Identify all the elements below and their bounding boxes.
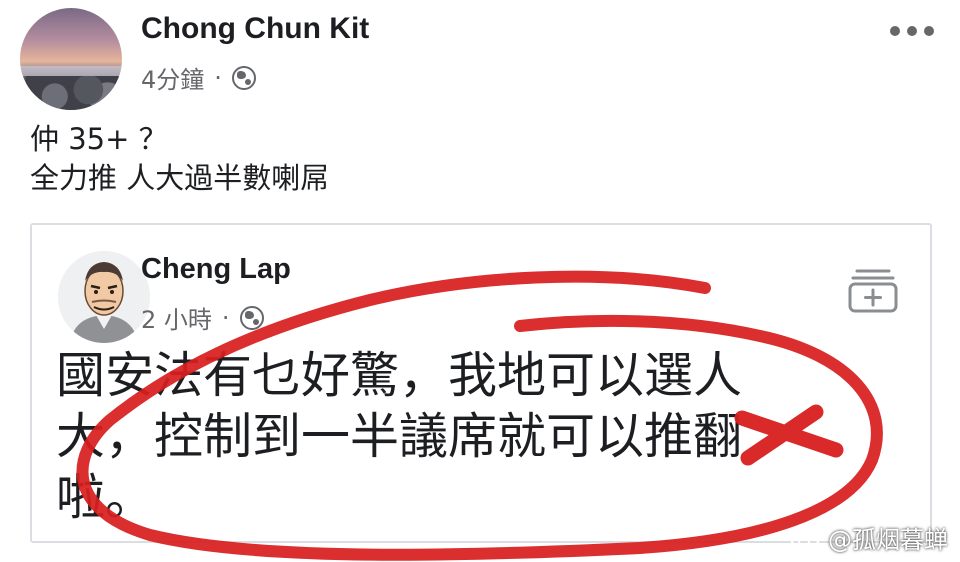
more-options-button[interactable] [890, 26, 934, 36]
shared-post-timestamp[interactable]: 2 小時 [141, 300, 212, 335]
weibo-icon [790, 526, 823, 551]
globe-icon[interactable] [231, 65, 256, 90]
shared-post-author-name[interactable]: Cheng Lap [141, 253, 291, 286]
shared-post-card[interactable]: Cheng Lap 2 小時 · 國安法有乜好驚，我地可以選人 大，控制到一半議… [30, 223, 932, 543]
post-meta: 4分鐘 · [141, 60, 256, 95]
shared-text-line: 啦。 [56, 469, 155, 526]
post-body: 仲 35+ ？ 全力推 人大過半數喇屌 [30, 120, 329, 198]
globe-icon[interactable] [239, 305, 264, 330]
post-author-name[interactable]: Chong Chun Kit [141, 12, 369, 46]
shared-text-line: 大，控制到一半議席就可以推翻 [56, 408, 743, 465]
more-dot-icon [907, 26, 917, 36]
meta-separator: · [214, 63, 222, 92]
post-text-line: 仲 35+ ？ [30, 122, 168, 156]
post-text-line: 全力推 人大過半數喇屌 [30, 161, 330, 195]
more-dot-icon [890, 26, 900, 36]
shared-text-line: 國安法有乜好驚，我地可以選人 [56, 347, 743, 404]
meta-separator: · [221, 303, 230, 332]
save-post-button[interactable] [847, 265, 899, 317]
watermark: @孤烟暮蝉 [790, 520, 948, 555]
more-dot-icon [924, 26, 934, 36]
watermark-text: @孤烟暮蝉 [828, 526, 948, 554]
post-timestamp[interactable]: 4分鐘 [141, 60, 204, 95]
shared-post-meta: 2 小時 · [141, 300, 264, 335]
shared-post-body: 國安法有乜好驚，我地可以選人 大，控制到一半議席就可以推翻 啦。 [56, 345, 876, 528]
shared-author-avatar[interactable] [58, 251, 150, 343]
save-post-icon [848, 269, 898, 313]
author-avatar[interactable] [20, 8, 122, 110]
cartoon-face-icon [58, 251, 150, 343]
facebook-post-screenshot: Chong Chun Kit 4分鐘 · 仲 35+ ？ 全力推 人大過半數喇屌 [0, 0, 960, 562]
